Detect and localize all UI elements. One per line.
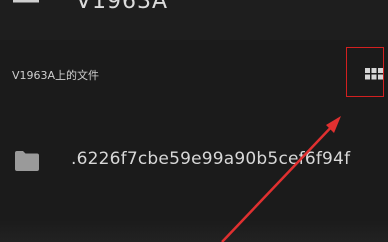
file-name: .6226f7cbe59e99a90b5cef6f94f bbox=[71, 149, 351, 169]
app-title: V1963A bbox=[76, 0, 169, 14]
section-title: V1963A上的文件 bbox=[12, 69, 100, 82]
section-header: V1963A上的文件 bbox=[0, 56, 388, 96]
hamburger-menu-icon[interactable] bbox=[13, 0, 41, 10]
app-bar: V1963A bbox=[0, 0, 388, 40]
grid-view-icon bbox=[365, 68, 385, 80]
next-list-item bbox=[0, 220, 388, 242]
grid-view-toggle-button[interactable] bbox=[346, 47, 384, 97]
file-list-item[interactable]: .6226f7cbe59e99a90b5cef6f94f bbox=[0, 140, 388, 184]
folder-icon bbox=[14, 150, 40, 172]
